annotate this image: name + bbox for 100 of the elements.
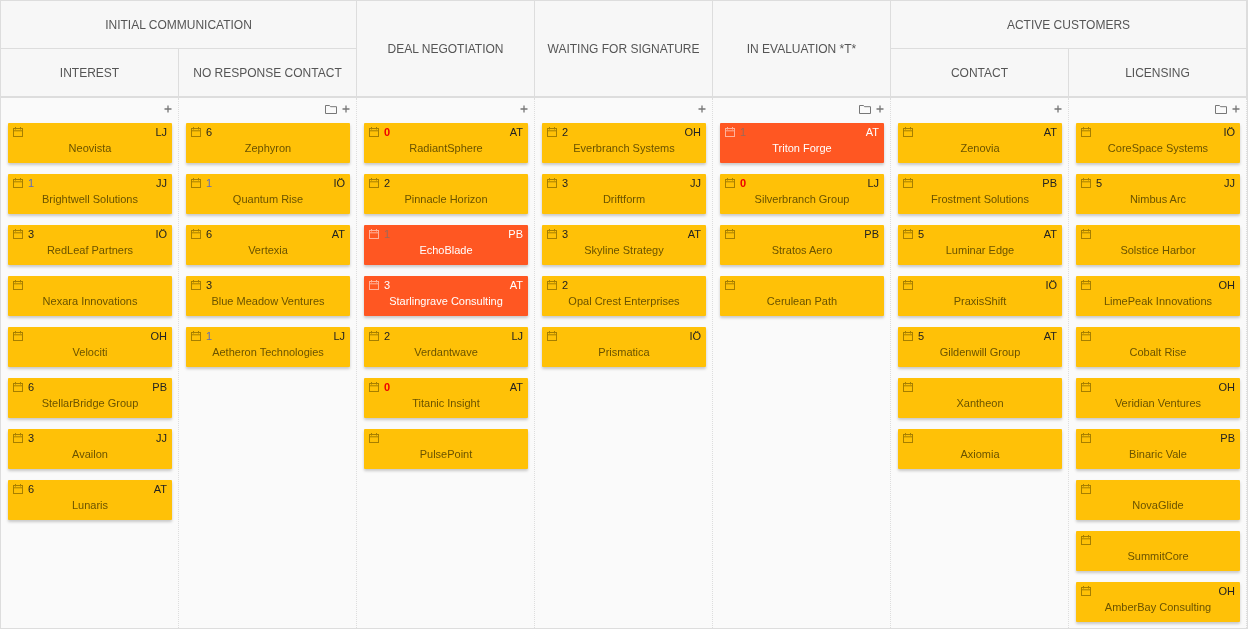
deal-card[interactable]: 1 JJ Brightwell Solutions (8, 174, 172, 214)
calendar-icon (547, 178, 557, 188)
calendar-icon (547, 229, 557, 239)
add-icon[interactable] (1054, 105, 1062, 113)
folder-icon[interactable] (325, 104, 337, 114)
owner-initials: AT (1043, 126, 1057, 138)
task-count: 5 (918, 228, 925, 240)
company-name: Triton Forge (771, 142, 833, 154)
add-icon[interactable] (342, 105, 350, 113)
owner-initials: OH (1218, 279, 1235, 291)
add-icon[interactable] (876, 105, 884, 113)
add-icon[interactable] (698, 105, 706, 113)
owner-initials: OH (150, 330, 167, 342)
calendar-icon (1081, 229, 1091, 239)
add-icon[interactable] (1232, 105, 1240, 113)
deal-card[interactable]: 5 AT Gildenwill Group (898, 327, 1062, 367)
calendar-icon (369, 178, 379, 188)
deal-card[interactable]: 5 JJ Nimbus Arc (1076, 174, 1240, 214)
deal-card[interactable]: 3 Blue Meadow Ventures (186, 276, 350, 316)
deal-card[interactable]: 0 LJ Silverbranch Group (720, 174, 884, 214)
deal-card[interactable]: OH Velociti (8, 327, 172, 367)
owner-initials: IÖ (333, 177, 345, 189)
deal-card[interactable]: Solstice Harbor (1076, 225, 1240, 265)
deal-card[interactable]: PB Stratos Aero (720, 225, 884, 265)
deal-card[interactable]: 3 JJ Driftform (542, 174, 706, 214)
task-count: 0 (740, 177, 747, 189)
company-name: Zephyron (243, 142, 293, 154)
company-name: Veridian Ventures (1113, 397, 1203, 409)
calendar-icon (903, 280, 913, 290)
calendar-icon (725, 229, 735, 239)
deal-card[interactable]: 3 IÖ RedLeaf Partners (8, 225, 172, 265)
deal-card[interactable]: 6 AT Lunaris (8, 480, 172, 520)
deal-card[interactable]: 0 AT Titanic Insight (364, 378, 528, 418)
calendar-icon (369, 433, 379, 443)
calendar-icon (191, 229, 201, 239)
calendar-icon (191, 331, 201, 341)
deal-card[interactable]: 3 JJ Availon (8, 429, 172, 469)
deal-card[interactable]: Nexara Innovations (8, 276, 172, 316)
deal-card[interactable]: Xantheon (898, 378, 1062, 418)
deal-card[interactable]: AT Zenovia (898, 123, 1062, 163)
deal-card[interactable]: IÖ CoreSpace Systems (1076, 123, 1240, 163)
add-icon[interactable] (520, 105, 528, 113)
deal-card[interactable]: OH Veridian Ventures (1076, 378, 1240, 418)
company-name: RedLeaf Partners (45, 244, 135, 256)
deal-card[interactable]: IÖ PraxisShift (898, 276, 1062, 316)
task-count: 6 (206, 126, 213, 138)
calendar-icon (369, 382, 379, 392)
deal-card[interactable]: 3 AT Skyline Strategy (542, 225, 706, 265)
deal-card[interactable]: 1 IÖ Quantum Rise (186, 174, 350, 214)
company-name: Aetheron Technologies (211, 346, 325, 358)
calendar-icon (903, 331, 913, 341)
column-header: INTEREST (1, 49, 179, 97)
deal-card[interactable]: Cobalt Rise (1076, 327, 1240, 367)
owner-initials: IÖ (1223, 126, 1235, 138)
deal-card[interactable]: PB Binaric Vale (1076, 429, 1240, 469)
deal-card[interactable]: 6 Zephyron (186, 123, 350, 163)
deal-card[interactable]: 2 LJ Verdantwave (364, 327, 528, 367)
task-count: 1 (206, 177, 213, 189)
company-name: Cobalt Rise (1128, 346, 1188, 358)
deal-card[interactable]: OH LimePeak Innovations (1076, 276, 1240, 316)
deal-card[interactable]: OH AmberBay Consulting (1076, 582, 1240, 622)
task-count: 5 (1096, 177, 1103, 189)
folder-icon[interactable] (859, 104, 871, 114)
calendar-icon (191, 280, 201, 290)
owner-initials: OH (684, 126, 701, 138)
deal-card[interactable]: PB Frostment Solutions (898, 174, 1062, 214)
task-count: 3 (562, 177, 569, 189)
owner-initials: JJ (690, 177, 701, 189)
owner-initials: PB (508, 228, 523, 240)
add-icon[interactable] (164, 105, 172, 113)
deal-card[interactable]: 2 Opal Crest Enterprises (542, 276, 706, 316)
deal-card[interactable]: 2 Pinnacle Horizon (364, 174, 528, 214)
company-name: LimePeak Innovations (1102, 295, 1214, 307)
calendar-icon (13, 229, 23, 239)
task-count: 3 (206, 279, 213, 291)
deal-card[interactable]: SummitCore (1076, 531, 1240, 571)
deal-card[interactable]: 6 AT Vertexia (186, 225, 350, 265)
deal-card[interactable]: 1 LJ Aetheron Technologies (186, 327, 350, 367)
deal-card[interactable]: 0 AT RadiantSphere (364, 123, 528, 163)
owner-initials: LJ (511, 330, 523, 342)
calendar-icon (1081, 586, 1091, 596)
column-header: DEAL NEGOTIATION (357, 1, 535, 97)
owner-initials: AT (331, 228, 345, 240)
deal-card[interactable]: LJ Neovista (8, 123, 172, 163)
deal-card[interactable]: PulsePoint (364, 429, 528, 469)
deal-card[interactable]: NovaGlide (1076, 480, 1240, 520)
deal-card[interactable]: 6 PB StellarBridge Group (8, 378, 172, 418)
column-header: WAITING FOR SIGNATURE (535, 1, 713, 97)
folder-icon[interactable] (1215, 104, 1227, 114)
deal-card[interactable]: Cerulean Path (720, 276, 884, 316)
company-name: PraxisShift (952, 295, 1008, 307)
deal-card[interactable]: IÖ Prismatica (542, 327, 706, 367)
company-name: Skyline Strategy (583, 244, 665, 256)
company-name: Gildenwill Group (938, 346, 1022, 358)
deal-card[interactable]: 2 OH Everbranch Systems (542, 123, 706, 163)
company-name: Quantum Rise (231, 193, 305, 205)
task-count: 1 (740, 126, 747, 138)
deal-card[interactable]: Axiomia (898, 429, 1062, 469)
deal-card[interactable]: 5 AT Luminar Edge (898, 225, 1062, 265)
calendar-icon (903, 127, 913, 137)
